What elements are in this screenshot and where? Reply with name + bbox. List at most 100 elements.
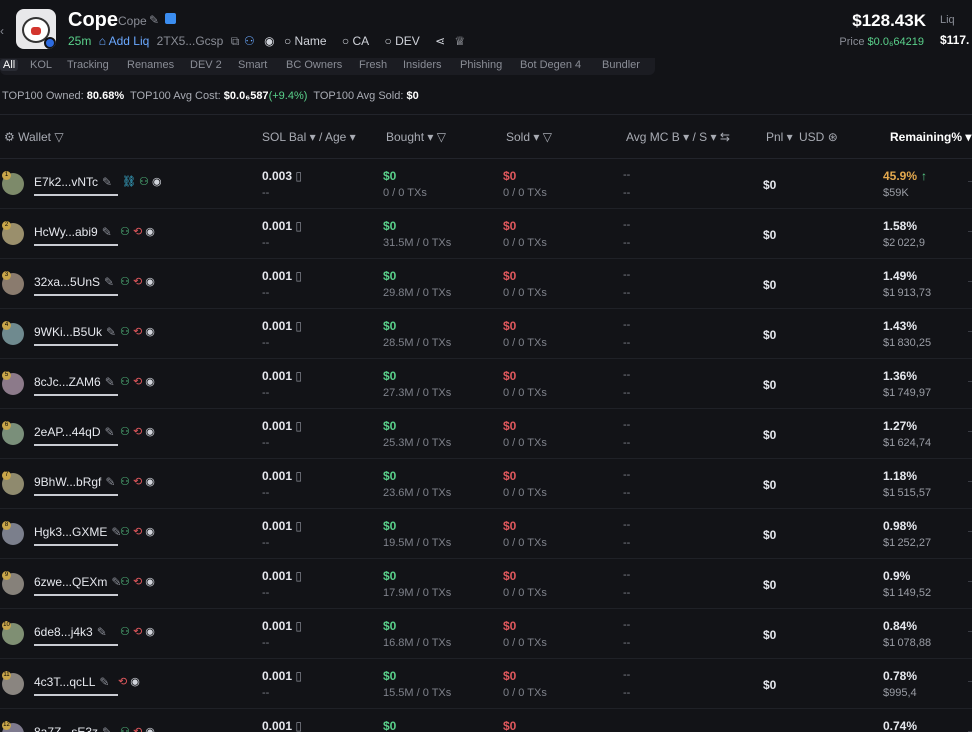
- platform-icon[interactable]: ◉: [152, 176, 162, 188]
- settings-gear-icon[interactable]: ⚙: [4, 130, 15, 144]
- tab-bundler[interactable]: Bundler: [602, 59, 640, 71]
- table-row[interactable]: 12 8a7Z...sE3z ✎ ⚇ ⟲ ◉ 0.001 ▯ $0 $0 0.74%: [0, 709, 972, 732]
- tab-insiders[interactable]: Insiders: [403, 59, 442, 71]
- tab-kol[interactable]: KOL: [30, 59, 52, 71]
- transfer-icon[interactable]: ⟲: [133, 326, 142, 338]
- edit-pencil-icon[interactable]: ✎: [105, 475, 115, 489]
- table-row[interactable]: 2 HcWy...abi9 ✎ ⚇ ⟲ ◉ 0.001 ▯ -- $0 31.5M / 0 T…: [0, 209, 972, 259]
- tab-phishing[interactable]: Phishing: [460, 59, 502, 71]
- edit-pencil-icon[interactable]: ✎: [99, 675, 109, 689]
- col-solbal[interactable]: SOL Bal ▾ / Age ▾: [262, 130, 356, 144]
- wallet-address[interactable]: 8a7Z...sE3z ✎: [34, 725, 112, 732]
- user-plus-icon[interactable]: ⚇: [120, 376, 130, 388]
- platform-icon[interactable]: ◉: [145, 226, 155, 238]
- edit-pencil-icon[interactable]: ✎: [106, 325, 116, 339]
- edit-pencil-icon[interactable]: ✎: [104, 275, 114, 289]
- tab-bc-owners[interactable]: BC Owners: [286, 59, 342, 71]
- search-dev-button[interactable]: ○ DEV: [385, 34, 426, 48]
- edit-pencil-icon[interactable]: ✎: [149, 13, 159, 27]
- platform-icon[interactable]: ◉: [145, 326, 155, 338]
- add-liq-button[interactable]: ⌂ Add Liq: [99, 34, 150, 48]
- transfer-icon[interactable]: ⟲: [133, 226, 142, 238]
- copy-icon[interactable]: ⧉: [231, 34, 240, 48]
- edit-pencil-icon[interactable]: ✎: [102, 175, 112, 189]
- user-plus-icon[interactable]: ⚇: [120, 526, 130, 538]
- transfer-icon[interactable]: ⟲: [133, 576, 142, 588]
- crown-icon[interactable]: ♕: [455, 34, 466, 48]
- platform-icon[interactable]: ◉: [145, 426, 155, 438]
- platform-icon[interactable]: ◉: [145, 626, 155, 638]
- user-icon[interactable]: ⚇: [244, 34, 255, 48]
- wallet-address[interactable]: 4c3T...qcLL ✎: [34, 675, 109, 689]
- wallet-address[interactable]: Hgk3...GXME ✎: [34, 525, 121, 539]
- transfer-icon[interactable]: ⟲: [118, 676, 127, 688]
- transfer-icon[interactable]: ⟲: [133, 626, 142, 638]
- table-row[interactable]: 7 9BhW...bRgf ✎ ⚇ ⟲ ◉ 0.001 ▯ -- $0 23.6M / 0 T…: [0, 459, 972, 509]
- col-sold[interactable]: Sold ▾ ▽: [506, 130, 552, 144]
- share-icon[interactable]: ⋖: [435, 34, 445, 48]
- col-usd[interactable]: USD ⊛: [799, 130, 838, 144]
- transfer-icon[interactable]: ⟲: [133, 276, 142, 288]
- filter-icon[interactable]: ▽: [437, 130, 446, 144]
- tab-smart[interactable]: Smart: [238, 59, 267, 71]
- user-plus-icon[interactable]: ⚇: [120, 426, 130, 438]
- chain-icon[interactable]: ⛓: [122, 176, 136, 188]
- transfer-icon[interactable]: ⟲: [133, 426, 142, 438]
- back-chevron-icon[interactable]: ‹: [0, 24, 4, 38]
- table-row[interactable]: 8 Hgk3...GXME ✎ ⚇ ⟲ ◉ 0.001 ▯ -- $0 19.5M / 0 T…: [0, 509, 972, 559]
- platform-icon[interactable]: ◉: [145, 276, 155, 288]
- col-remaining[interactable]: Remaining% ▾: [890, 130, 971, 144]
- col-wallet[interactable]: ⚙ Wallet ▽: [4, 130, 64, 144]
- wallet-address[interactable]: HcWy...abi9 ✎: [34, 225, 112, 239]
- col-bought[interactable]: Bought ▾ ▽: [386, 130, 446, 144]
- wallet-address[interactable]: 2eAP...44qD ✎: [34, 425, 115, 439]
- currency-toggle-icon[interactable]: ⊛: [828, 130, 838, 144]
- wallet-address[interactable]: 9WKi...B5Uk ✎: [34, 325, 116, 339]
- edit-pencil-icon[interactable]: ✎: [105, 375, 115, 389]
- user-plus-icon[interactable]: ⚇: [120, 476, 130, 488]
- table-row[interactable]: 6 2eAP...44qD ✎ ⚇ ⟲ ◉ 0.001 ▯ -- $0 25.3M / 0 T…: [0, 409, 972, 459]
- platform-icon[interactable]: ◉: [145, 576, 155, 588]
- edit-pencil-icon[interactable]: ✎: [97, 625, 107, 639]
- user-plus-icon[interactable]: ⚇: [139, 176, 149, 188]
- wallet-address[interactable]: E7k2...vNTc ✎: [34, 175, 112, 189]
- edit-pencil-icon[interactable]: ✎: [102, 725, 112, 732]
- user-plus-icon[interactable]: ⚇: [120, 326, 130, 338]
- table-row[interactable]: 11 4c3T...qcLL ✎ ⟲ ◉ 0.001 ▯ -- $0 15.5M / 0 TX…: [0, 659, 972, 709]
- platform-icon[interactable]: ◉: [264, 34, 274, 48]
- swap-arrows-icon[interactable]: ⇆: [720, 130, 730, 144]
- wallet-address[interactable]: 6zwe...QEXm ✎: [34, 575, 121, 589]
- platform-icon[interactable]: ◉: [145, 376, 155, 388]
- tab-fresh[interactable]: Fresh: [359, 59, 387, 71]
- platform-icon[interactable]: ◉: [130, 676, 140, 688]
- edit-pencil-icon[interactable]: ✎: [102, 225, 112, 239]
- user-plus-icon[interactable]: ⚇: [120, 726, 130, 732]
- table-row[interactable]: 5 8cJc...ZAM6 ✎ ⚇ ⟲ ◉ 0.001 ▯ -- $0 27.3M / 0 T…: [0, 359, 972, 409]
- table-row[interactable]: 1 E7k2...vNTc ✎ ⛓ ⚇ ◉ 0.003 ▯ -- $0 0 / 0 TXs $0…: [0, 159, 972, 209]
- col-avgmc[interactable]: Avg MC B ▾ / S ▾ ⇆: [626, 130, 730, 144]
- tab-tracking[interactable]: Tracking: [67, 59, 109, 71]
- user-plus-icon[interactable]: ⚇: [120, 576, 130, 588]
- tab-renames[interactable]: Renames: [127, 59, 174, 71]
- transfer-icon[interactable]: ⟲: [133, 526, 142, 538]
- transfer-icon[interactable]: ⟲: [133, 726, 142, 732]
- wallet-address[interactable]: 32xa...5UnS ✎: [34, 275, 114, 289]
- table-row[interactable]: 10 6de8...j4k3 ✎ ⚇ ⟲ ◉ 0.001 ▯ -- $0 16.8M / 0 …: [0, 609, 972, 659]
- col-pnl[interactable]: Pnl ▾: [766, 130, 793, 144]
- transfer-icon[interactable]: ⟲: [133, 476, 142, 488]
- user-plus-icon[interactable]: ⚇: [120, 226, 130, 238]
- filter-icon[interactable]: ▽: [54, 130, 63, 144]
- tab-dev2[interactable]: DEV 2: [190, 59, 222, 71]
- platform-icon[interactable]: ◉: [145, 526, 155, 538]
- table-row[interactable]: 3 32xa...5UnS ✎ ⚇ ⟲ ◉ 0.001 ▯ -- $0 29.8M / 0 T…: [0, 259, 972, 309]
- wallet-address[interactable]: 9BhW...bRgf ✎: [34, 475, 115, 489]
- table-row[interactable]: 9 6zwe...QEXm ✎ ⚇ ⟲ ◉ 0.001 ▯ -- $0 17.9M / 0 T…: [0, 559, 972, 609]
- tab-bot-degen[interactable]: Bot Degen 4: [520, 59, 581, 71]
- filter-icon[interactable]: ▽: [543, 130, 552, 144]
- search-name-button[interactable]: ○ Name: [284, 34, 333, 48]
- platform-icon[interactable]: ◉: [145, 476, 155, 488]
- transfer-icon[interactable]: ⟲: [133, 376, 142, 388]
- wallet-address[interactable]: 6de8...j4k3 ✎: [34, 625, 107, 639]
- tab-all[interactable]: All: [0, 59, 19, 71]
- search-ca-button[interactable]: ○ CA: [342, 34, 375, 48]
